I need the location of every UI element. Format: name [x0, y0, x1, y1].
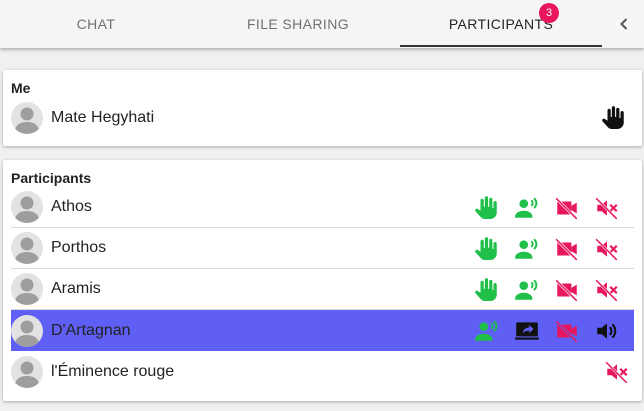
speaker-request-icon	[475, 320, 498, 341]
screen-share-icon	[515, 322, 539, 340]
lower-hand-button[interactable]	[474, 236, 500, 262]
volume-icon	[597, 323, 617, 339]
me-hand-button[interactable]	[601, 105, 627, 131]
participant-name: Mate Hegyhati	[51, 108, 155, 126]
speaker-request-button[interactable]	[474, 318, 500, 344]
raised-hand-icon	[475, 278, 497, 302]
video-toggle-button[interactable]	[554, 318, 580, 344]
tab-file-sharing[interactable]: FILE SHARING	[196, 0, 400, 48]
speaker-request-button[interactable]	[514, 236, 540, 262]
video-toggle-button[interactable]	[554, 236, 580, 262]
tab-chat-label: CHAT	[76, 16, 116, 32]
audio-toggle-button[interactable]	[594, 195, 620, 221]
me-card: Me Mate Hegyhati	[3, 70, 642, 146]
screen-share-button[interactable]	[514, 318, 540, 344]
avatar	[11, 355, 43, 388]
participants-section-title: Participants	[11, 170, 92, 186]
avatar	[11, 191, 43, 223]
lower-hand-button[interactable]	[474, 195, 500, 221]
active-tab-indicator	[400, 45, 602, 47]
person-icon	[14, 361, 40, 388]
audio-toggle-button[interactable]	[604, 359, 630, 385]
audio-toggle-button[interactable]	[594, 277, 620, 303]
participant-row-selected[interactable]: D'Artagnan	[11, 310, 634, 351]
speaker-request-icon	[515, 238, 538, 259]
video-toggle-button[interactable]	[554, 195, 580, 221]
raised-hand-icon	[475, 196, 497, 220]
participants-count-badge: 3	[539, 3, 559, 23]
raised-hand-icon	[602, 106, 624, 130]
audio-toggle-button[interactable]	[594, 318, 620, 344]
avatar	[11, 273, 43, 305]
participant-row[interactable]: Athos	[11, 187, 634, 228]
tab-participants[interactable]: PARTICIPANTS	[400, 0, 602, 48]
me-section-title: Me	[11, 80, 31, 96]
participant-row[interactable]: Porthos	[11, 228, 634, 269]
participant-name: Athos	[51, 198, 92, 215]
person-icon	[14, 237, 40, 264]
muted-icon	[605, 361, 628, 384]
participants-card: Participants Athos Porthos Aramis D'Arta…	[3, 160, 642, 401]
participant-row[interactable]: l'Éminence rouge	[11, 351, 634, 392]
speaker-request-button[interactable]	[514, 277, 540, 303]
video-off-icon	[555, 279, 578, 302]
participant-name: Porthos	[51, 239, 107, 256]
person-icon	[14, 196, 40, 223]
tab-file-sharing-label: FILE SHARING	[246, 16, 350, 32]
video-off-icon	[555, 238, 578, 261]
video-off-icon	[555, 197, 578, 220]
audio-toggle-button[interactable]	[594, 236, 620, 262]
speaker-request-icon	[515, 197, 538, 218]
avatar	[11, 232, 43, 264]
person-icon	[14, 107, 40, 134]
video-toggle-button[interactable]	[554, 277, 580, 303]
collapse-panel-button[interactable]	[612, 12, 636, 36]
tab-bar: CHAT FILE SHARING PARTICIPANTS 3	[0, 0, 644, 48]
person-icon	[14, 278, 40, 305]
speaker-request-button[interactable]	[514, 195, 540, 221]
muted-icon	[595, 238, 618, 261]
participant-row[interactable]: Aramis	[11, 269, 634, 310]
participant-name: Aramis	[51, 280, 101, 297]
participant-name: D'Artagnan	[51, 321, 131, 339]
muted-icon	[595, 279, 618, 302]
person-icon	[14, 320, 40, 347]
me-row[interactable]: Mate Hegyhati	[11, 97, 634, 138]
raised-hand-icon	[475, 237, 497, 261]
avatar	[11, 101, 43, 134]
tab-participants-label: PARTICIPANTS	[448, 16, 554, 32]
muted-icon	[595, 197, 618, 220]
lower-hand-button[interactable]	[474, 277, 500, 303]
chevron-left-icon	[620, 18, 628, 30]
tab-chat[interactable]: CHAT	[0, 0, 192, 48]
video-off-icon	[555, 320, 578, 343]
participant-name: l'Éminence rouge	[51, 362, 175, 380]
speaker-request-icon	[515, 279, 538, 300]
avatar	[11, 314, 43, 347]
